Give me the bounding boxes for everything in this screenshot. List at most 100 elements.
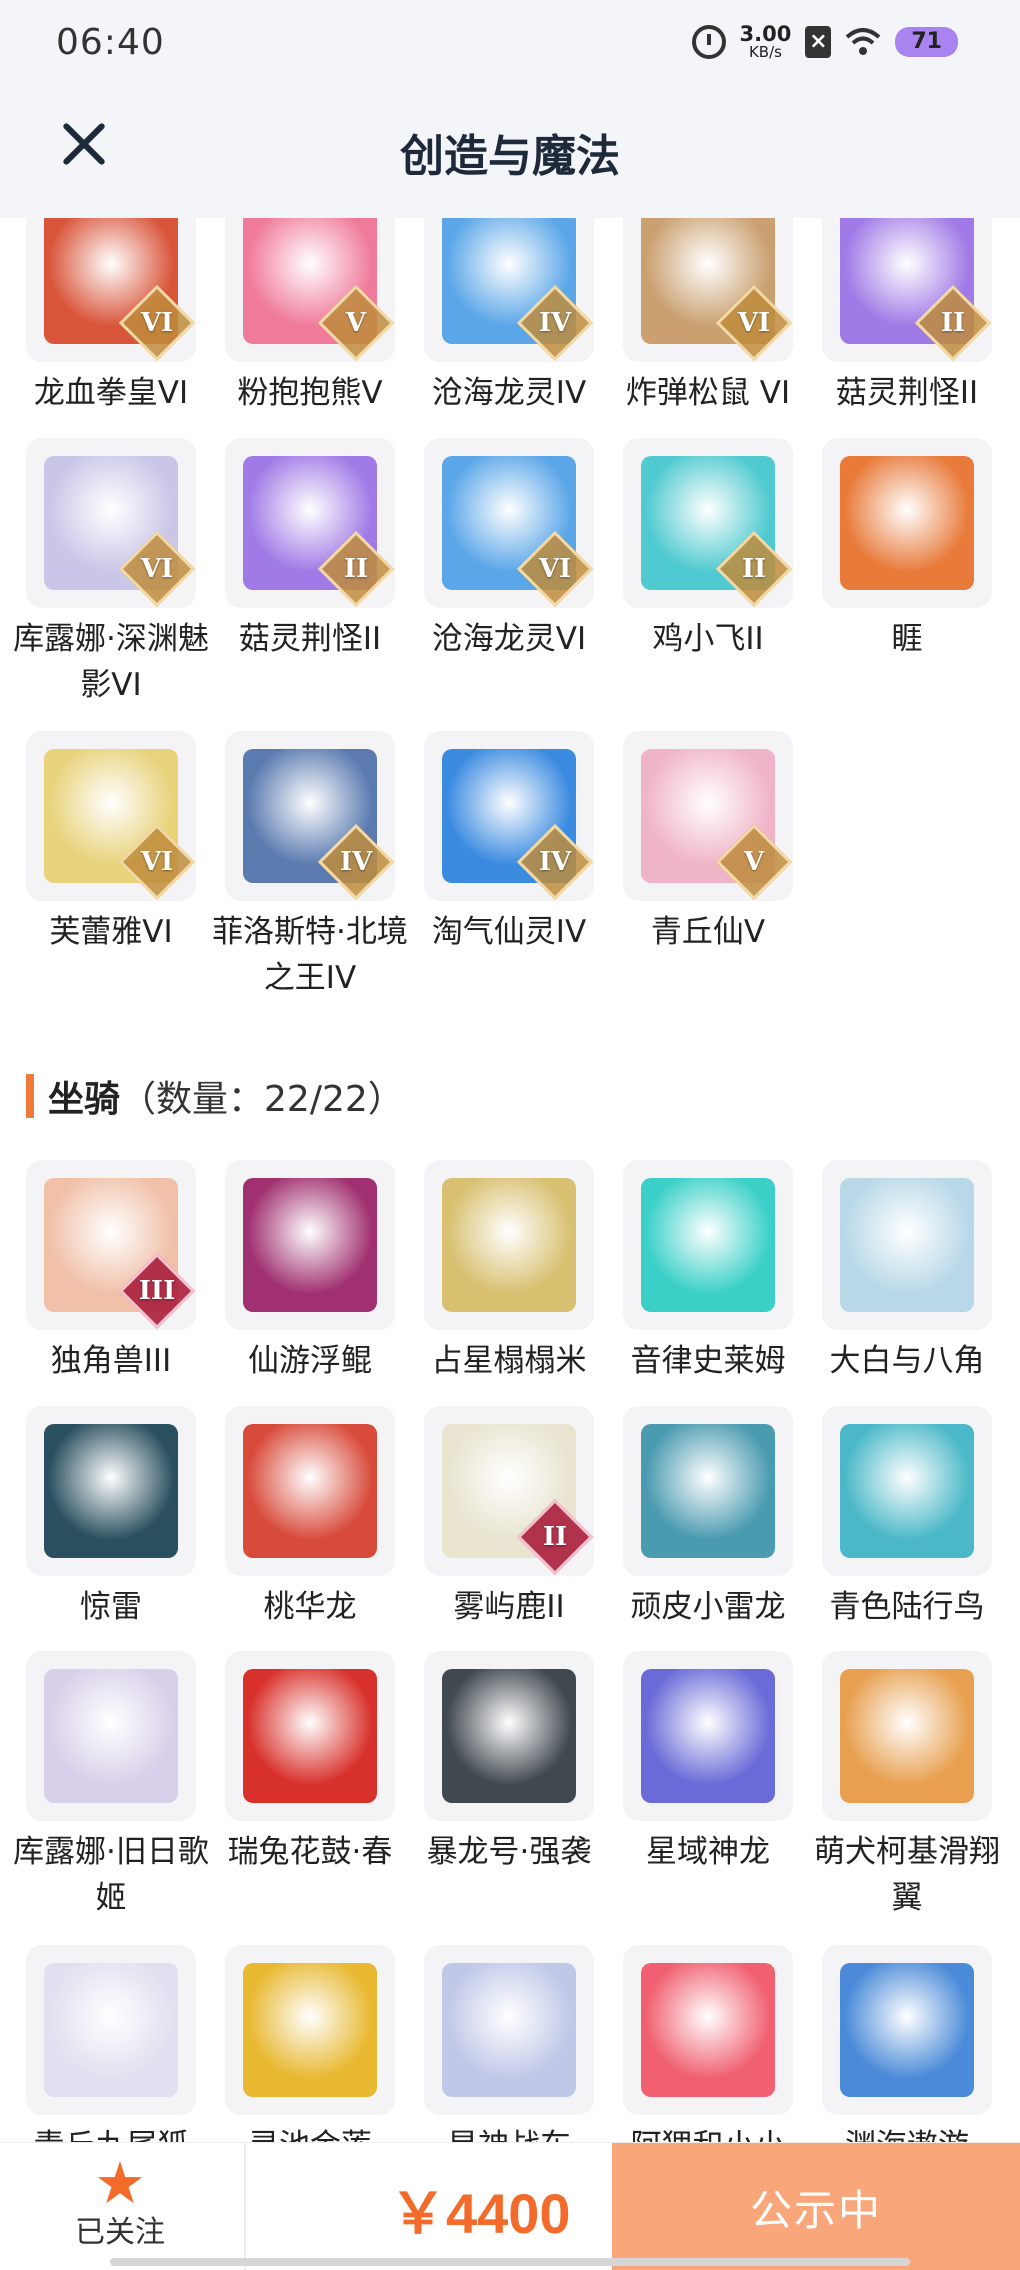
mount-item[interactable]: 顽皮小雷龙 [623,1406,793,1630]
follow-button[interactable]: ★ 已关注 [60,2153,180,2253]
rank-badge-text: IV [339,847,373,877]
item-label: 桃华龙 [263,1589,357,1625]
pet-item[interactable]: II 菇灵荆怪II [225,438,395,662]
mount-item[interactable]: 青丘九尾狐 [26,1945,196,2169]
item-thumbnail [225,1160,395,1330]
item-label: 芙蕾雅VI [49,914,173,950]
pet-item[interactable]: 睚 [822,438,992,662]
status-action-button[interactable]: 公示中 [612,2143,1020,2270]
item-thumbnail [26,1945,196,2115]
mount-item[interactable]: 萌犬柯基滑翔翼 [814,1651,1000,1921]
star-dragon-icon [641,1669,775,1803]
item-label: 菇灵荆怪II [835,375,979,411]
pet-item[interactable]: VI 炸弹松鼠 VI [623,192,793,416]
pet-item[interactable]: VI 龙血拳皇VI [26,192,196,416]
item-thumbnail: VI [424,438,594,608]
item-thumbnail [225,1945,395,2115]
peach-dragon-icon [243,1424,377,1558]
item-label: 音律史莱姆 [630,1343,786,1379]
status-time: 06:40 [56,22,165,63]
item-label: 占星榻榻米 [431,1343,587,1379]
item-thumbnail: IV [424,731,594,901]
item-label: 龙血拳皇VI [33,375,189,411]
ali-fox-icon [641,1963,775,2097]
dino-icon [641,1424,775,1558]
header: 06:40 3.00 KB/s × 71 创造与魔法 [0,0,1020,218]
mecha-dino-icon [442,1669,576,1803]
rank-badge-text: VI [538,554,572,584]
mount-item[interactable]: 大白与八角 [822,1160,992,1384]
item-label: 菲洛斯特·北境之王IV [212,914,408,996]
item-thumbnail [623,1651,793,1821]
rank-badge-text: IV [538,847,572,877]
item-thumbnail: II [225,438,395,608]
pet-item[interactable]: II 鸡小飞II [623,438,793,662]
mount-item[interactable]: 暴龙号·强袭 [424,1651,594,1875]
pet-item[interactable]: V 青丘仙V [623,731,793,955]
item-label: 库露娜·旧日歌姬 [13,1834,209,1916]
mount-item[interactable]: 星域神龙 [623,1651,793,1875]
mount-item[interactable]: 桃华龙 [225,1406,395,1630]
follow-label: 已关注 [75,2215,165,2250]
item-label: 青色陆行鸟 [829,1589,985,1625]
item-thumbnail [623,1945,793,2115]
item-label: 惊雷 [80,1589,142,1625]
item-thumbnail [623,1406,793,1576]
pet-item[interactable]: V 粉抱抱熊Ⅴ [225,192,395,416]
bottom-bar: ★ 已关注 ￥4400 公示中 [0,2142,1020,2270]
price: ￥4400 [390,2182,571,2245]
net-speed: 3.00 KB/s [740,24,792,60]
rank-badge-text: VI [140,554,174,584]
mount-item[interactable]: 占星榻榻米 [424,1160,594,1384]
section-title: 坐骑 [48,1079,121,1120]
mount-item[interactable]: 仙游浮鲲 [225,1160,395,1384]
item-label: 顽皮小雷龙 [630,1589,786,1625]
rank-badge-text: III [138,1276,176,1306]
item-thumbnail: VI [26,438,196,608]
rank-badge-text: IV [538,308,572,338]
rank-badge-text: II [542,1522,568,1552]
item-thumbnail [424,1160,594,1330]
pet-item[interactable]: VI 沧海龙灵VI [424,438,594,662]
thunder-beast-icon [44,1424,178,1558]
mount-item[interactable]: 音律史莱姆 [623,1160,793,1384]
mount-item[interactable]: 惊雷 [26,1406,196,1630]
mount-item[interactable]: II 雾屿鹿II [424,1406,594,1630]
mount-item[interactable]: 库露娜·旧日歌姬 [13,1651,209,1921]
net-speed-value: 3.00 [739,22,792,46]
item-thumbnail [424,1651,594,1821]
rank-badge-text: VI [140,308,174,338]
item-label: 青丘仙V [650,914,766,950]
mount-item[interactable]: 星神战车 [424,1945,594,2169]
item-thumbnail [822,438,992,608]
pet-item[interactable]: IV 菲洛斯特·北境之王IV [212,731,408,1001]
slime-icon [641,1178,775,1312]
corgi-icon [840,1669,974,1803]
item-label: 粉抱抱熊Ⅴ [237,375,383,411]
no-sim-icon: × [805,26,832,58]
mount-item[interactable]: III 独角兽III [26,1160,196,1384]
mount-item[interactable]: 瑞兔花鼓·春 [225,1651,395,1875]
mount-item[interactable]: 灵池金莲 [225,1945,395,2169]
wifi-icon [845,27,881,57]
pet-item[interactable]: II 菇灵荆怪II [822,192,992,416]
white-hair-girl-icon [44,1669,178,1803]
pet-item[interactable]: VI 芙蕾雅VI [26,731,196,955]
item-thumbnail: VI [26,731,196,901]
page-title: 创造与魔法 [400,131,620,182]
star-chariot-icon [442,1963,576,2097]
pet-item[interactable]: VI 库露娜·深渊魅影VI [13,438,209,708]
item-thumbnail [424,1945,594,2115]
divider [244,2143,246,2270]
item-label: 沧海龙灵VI [431,621,587,657]
rank-badge-text: II [343,554,369,584]
item-thumbnail [822,1406,992,1576]
mount-item[interactable]: 渊海遨游 [822,1945,992,2169]
mount-item[interactable]: 阿狸和小小 [623,1945,793,2169]
item-label: 睚 [891,621,923,657]
fish-mount-icon [243,1178,377,1312]
net-speed-unit: KB/s [748,43,782,61]
pet-item[interactable]: IV 淘气仙灵IV [424,731,594,955]
mount-item[interactable]: 青色陆行鸟 [822,1406,992,1630]
pet-item[interactable]: IV 沧海龙灵IV [424,192,594,416]
